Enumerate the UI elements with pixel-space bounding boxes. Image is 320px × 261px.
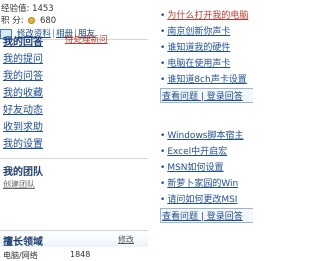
divider [0,158,148,159]
list-item[interactable]: • 新萝卜家园的Win [160,176,253,189]
list-item[interactable]: • Excel中开启宏 [160,144,253,157]
view-question-link[interactable]: 查看问题 | 登录回答 [160,88,253,103]
points-stat: 积 分: 680 [1,14,56,26]
nav-my-questions[interactable]: 我的提问 [3,50,43,65]
nav-my-answers[interactable]: 我的回答 [3,33,43,48]
list-item[interactable]: • 为什么打开我的电脑 [160,8,253,21]
points-label: 积 分: [1,16,24,26]
experience-label: 经验值: [1,4,30,14]
list-item[interactable]: • 谁知道我的硬件 [160,40,253,53]
create-team-link[interactable]: 创建团队 [3,179,35,190]
list-item[interactable]: • 南京创新你声卡 [160,24,253,37]
experience-value: 1453 [32,4,54,14]
question-list: • 为什么打开我的电脑 • 南京创新你声卡 • 谁知道我的硬件 • 电脑在使用声卡 • 谁… [160,0,253,257]
team-title: 我的团队 [3,167,43,178]
nav-my-settings[interactable]: 我的设置 [3,135,43,150]
ranking-category[interactable]: 电脑/网络 [3,250,38,261]
nav-my-qa[interactable]: 我的问答 [3,67,43,82]
nav-friend-activity[interactable]: 好友动态 [3,101,43,116]
list-item[interactable]: • 请问如何更改MSI [160,192,253,205]
view-question-link[interactable]: 查看问题 | 登录回答 [160,208,253,223]
ranking-title: 擅长领域 [3,237,43,248]
list-item[interactable]: • 谁知道8ch声卡设置 [160,72,253,85]
pending-badge[interactable]: 待处理新问 [65,33,108,45]
experience-stat: 经验值: 1453 [1,2,54,14]
nav-received-help[interactable]: 收到求助 [3,118,43,133]
list-item[interactable]: • 电脑在使用声卡 [160,56,253,69]
points-value: 680 [39,16,57,26]
ranking-value: 1848 [70,250,91,259]
ranking-edit-link[interactable]: 修改 [118,234,134,245]
list-item[interactable]: • Windows脚本宿主 [160,128,253,141]
nav-my-favorites[interactable]: 我的收藏 [3,84,43,99]
left-sidebar: 经验值: 1453 积 分: 680 修改资料|相册|朋友 我的回答 待处理新问… [0,0,148,260]
coin-icon [28,17,36,24]
list-item[interactable]: • MSN如何设置 [160,160,253,173]
